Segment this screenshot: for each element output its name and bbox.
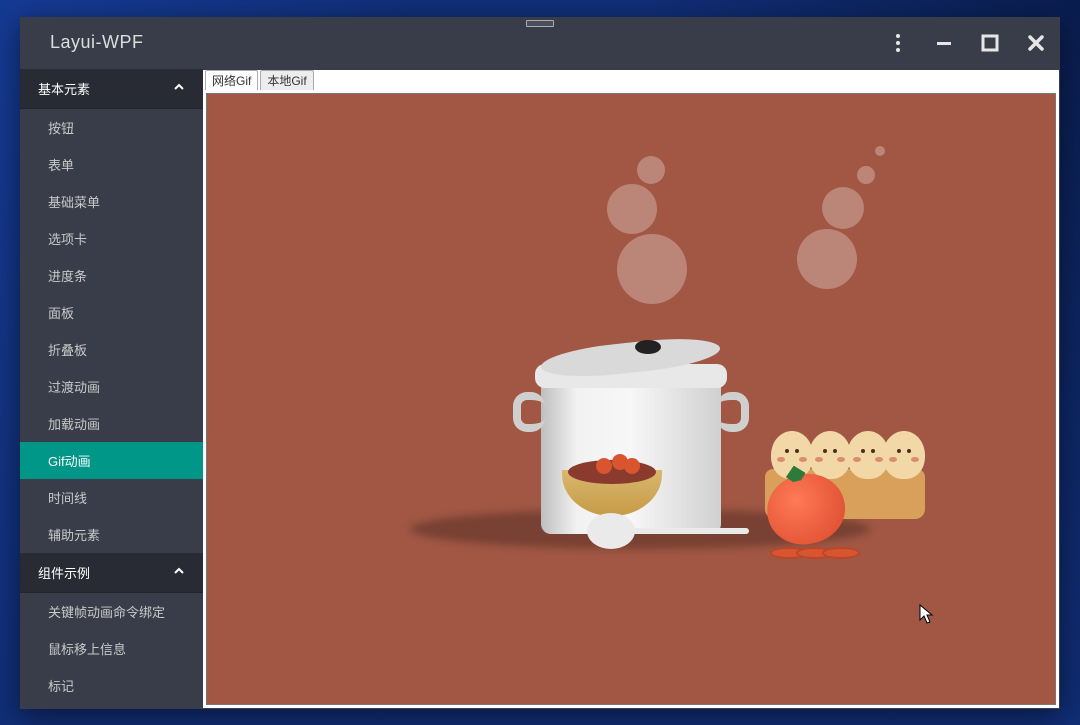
steam-bubble bbox=[857, 166, 875, 184]
titlebar-grabber[interactable] bbox=[526, 20, 554, 27]
tab-label: 网络Gif bbox=[212, 72, 251, 89]
sidebar-item-label: 折叠板 bbox=[48, 340, 87, 359]
tomato-slices bbox=[782, 547, 860, 559]
tab-label: 本地Gif bbox=[267, 72, 306, 89]
close-icon[interactable] bbox=[1026, 33, 1046, 53]
sidebar-item-badge[interactable]: 标记 bbox=[20, 667, 203, 704]
sidebar-item-label: Gif动画 bbox=[48, 451, 91, 470]
tab-local-gif[interactable]: 本地Gif bbox=[260, 70, 313, 90]
sidebar-item-auxiliary[interactable]: 辅助元素 bbox=[20, 516, 203, 553]
sidebar-item-label: 鼠标移上信息 bbox=[48, 639, 126, 658]
sidebar-item-tabs[interactable]: 选项卡 bbox=[20, 220, 203, 257]
sidebar-item-collapse[interactable]: 折叠板 bbox=[20, 331, 203, 368]
sidebar-item-form[interactable]: 表单 bbox=[20, 146, 203, 183]
sidebar-item-gif[interactable]: Gif动画 bbox=[20, 442, 203, 479]
sidebar-item-loading[interactable]: 加载动画 bbox=[20, 405, 203, 442]
steam-bubble bbox=[797, 229, 857, 289]
more-vertical-icon[interactable] bbox=[888, 33, 908, 53]
sidebar-group-label: 基本元素 bbox=[38, 79, 90, 98]
sidebar-group-basic[interactable]: 基本元素 bbox=[20, 69, 203, 109]
steam-bubble bbox=[637, 156, 665, 184]
chevron-up-icon bbox=[173, 81, 185, 96]
sidebar-item-label: 表单 bbox=[48, 155, 74, 174]
sidebar-item-label: 辅助元素 bbox=[48, 525, 100, 544]
maximize-icon[interactable] bbox=[980, 33, 1000, 53]
sidebar-item-basemenu[interactable]: 基础菜单 bbox=[20, 183, 203, 220]
sidebar-item-label: 时间线 bbox=[48, 488, 87, 507]
app-window: Layui-WPF 基本元素 按钮 表单 bbox=[20, 17, 1060, 709]
window-controls bbox=[888, 33, 1046, 53]
sidebar-item-label: 基础菜单 bbox=[48, 192, 100, 211]
minimize-icon[interactable] bbox=[934, 33, 954, 53]
sidebar-item-panel[interactable]: 面板 bbox=[20, 294, 203, 331]
sidebar-group-components[interactable]: 组件示例 bbox=[20, 553, 203, 593]
sidebar-item-timeline[interactable]: 时间线 bbox=[20, 479, 203, 516]
sidebar[interactable]: 基本元素 按钮 表单 基础菜单 选项卡 进度条 面板 折叠板 过渡动画 加载动画… bbox=[20, 69, 203, 709]
mouse-cursor-icon bbox=[919, 604, 935, 629]
sidebar-item-label: 关键帧动画命令绑定 bbox=[48, 602, 165, 621]
steam-bubble bbox=[822, 187, 864, 229]
steam-bubble bbox=[607, 184, 657, 234]
sidebar-item-label: 过渡动画 bbox=[48, 377, 100, 396]
sidebar-item-keyframe[interactable]: 关键帧动画命令绑定 bbox=[20, 593, 203, 630]
canvas-wrap bbox=[203, 90, 1059, 708]
tab-network-gif[interactable]: 网络Gif bbox=[205, 70, 258, 90]
content-tabbar: 网络Gif 本地Gif bbox=[203, 70, 1059, 90]
sidebar-group-label: 组件示例 bbox=[38, 563, 90, 582]
window-body: 基本元素 按钮 表单 基础菜单 选项卡 进度条 面板 折叠板 过渡动画 加载动画… bbox=[20, 69, 1060, 709]
sidebar-item-label: 选项卡 bbox=[48, 229, 87, 248]
app-title: Layui-WPF bbox=[50, 32, 144, 53]
sidebar-item-label: 标记 bbox=[48, 676, 74, 695]
gif-canvas bbox=[206, 93, 1056, 705]
sidebar-item-hoverinfo[interactable]: 鼠标移上信息 bbox=[20, 630, 203, 667]
sidebar-item-label: 面板 bbox=[48, 303, 74, 322]
chevron-up-icon bbox=[173, 565, 185, 580]
sidebar-item-label: 加载动画 bbox=[48, 414, 100, 433]
sidebar-item-button[interactable]: 按钮 bbox=[20, 109, 203, 146]
steam-bubble bbox=[617, 234, 687, 304]
sidebar-item-transition[interactable]: 过渡动画 bbox=[20, 368, 203, 405]
content-pane: 网络Gif 本地Gif bbox=[203, 70, 1059, 708]
sidebar-item-label: 按钮 bbox=[48, 118, 74, 137]
ladle bbox=[587, 513, 749, 549]
sidebar-item-progress[interactable]: 进度条 bbox=[20, 257, 203, 294]
sidebar-item-label: 进度条 bbox=[48, 266, 87, 285]
steam-bubble bbox=[875, 146, 885, 156]
